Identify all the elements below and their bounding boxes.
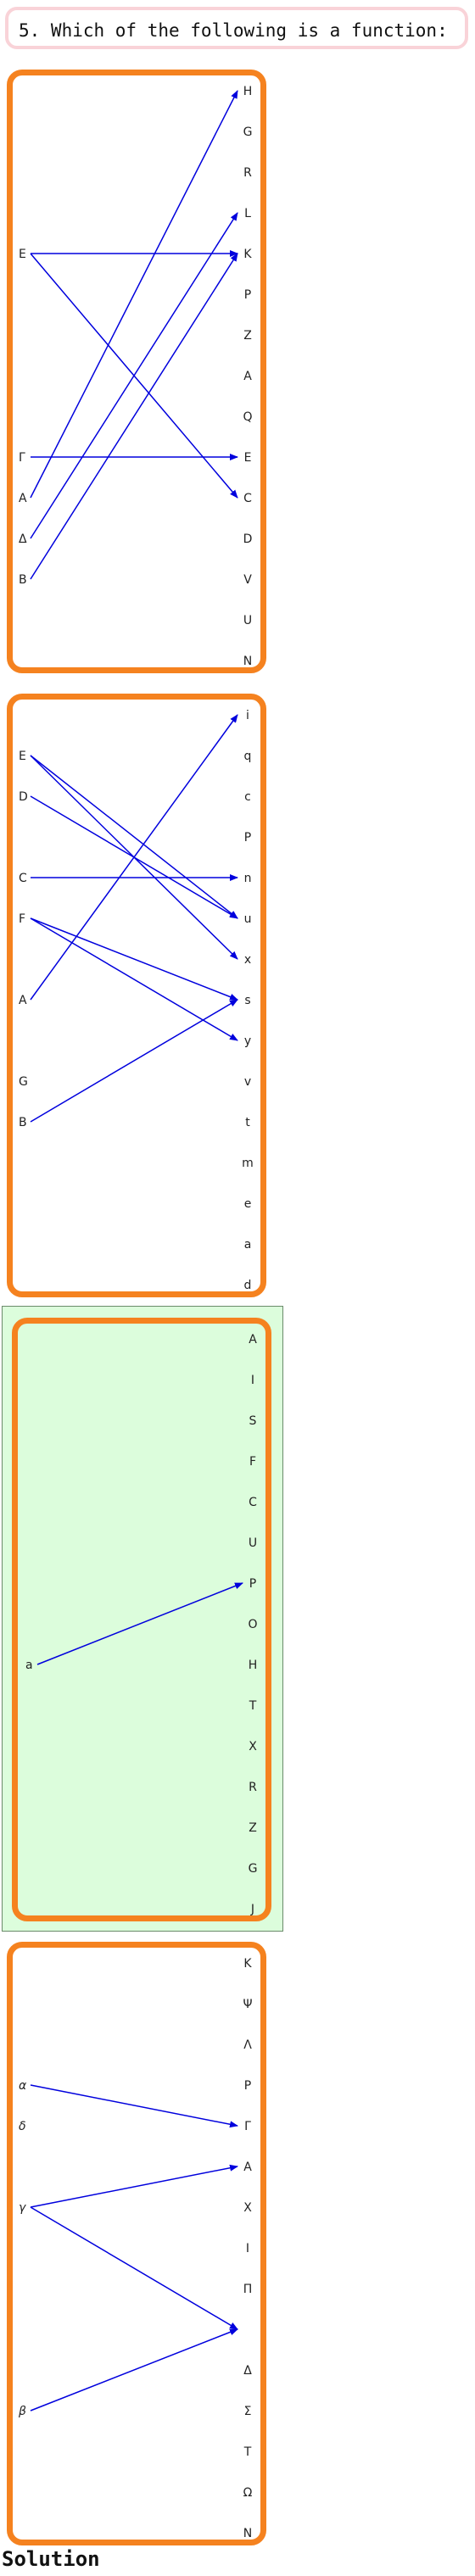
codomain-label: F: [249, 1455, 256, 1469]
mapping-arrow: [30, 2164, 238, 2208]
mapping-diagram-2: E D C F A G Bi q c Pn u x s y v t m e a d: [19, 709, 254, 1292]
codomain-label: T: [249, 1699, 257, 1713]
mapping-arrow: [30, 2328, 238, 2412]
domain-label: Δ: [19, 532, 27, 546]
codomain-label: Ω: [243, 2486, 253, 2500]
codomain-label: U: [249, 1536, 257, 1550]
codomain-label: P: [249, 1577, 256, 1591]
codomain-label: S: [249, 1414, 257, 1428]
codomain-label: x: [244, 953, 251, 967]
codomain-label: d: [244, 1279, 252, 1292]
codomain-label: A: [249, 1333, 257, 1347]
domain-label: γ: [19, 2201, 26, 2215]
solution-heading: Solution: [2, 2547, 100, 2571]
domain-label: Γ: [19, 451, 25, 465]
codomain-label: P: [244, 831, 251, 845]
codomain-label: i: [246, 709, 249, 722]
codomain-label: N: [243, 655, 252, 668]
codomain-label: T: [243, 2445, 252, 2459]
codomain-label: X: [249, 1740, 257, 1754]
codomain-label: Q: [243, 410, 252, 424]
mapping-arrow: [30, 253, 238, 580]
domain-label: δ: [19, 2120, 26, 2133]
domain-label: α: [19, 2079, 27, 2093]
domain-label: E: [19, 750, 26, 763]
mapping-diagram-1: E Γ A Δ B H G R L K P Z A Q E C D V U N: [19, 85, 253, 668]
codomain-label: I: [251, 1374, 254, 1387]
codomain-label: a: [244, 1238, 252, 1252]
codomain-label: s: [244, 994, 250, 1007]
domain-label: D: [19, 790, 28, 804]
codomain-label: J: [250, 1903, 254, 1916]
domain-label: B: [19, 1116, 27, 1129]
codomain-label: y: [244, 1034, 251, 1048]
codomain-label: K: [243, 1957, 252, 1971]
codomain-label: Λ: [243, 2038, 252, 2052]
codomain-label: A: [243, 2161, 252, 2174]
codomain-label: R: [243, 166, 252, 180]
codomain-label: E: [244, 451, 252, 465]
codomain-label: m: [242, 1157, 254, 1170]
mapping-diagram-3: a A I S F C U P O H T X R Z G J: [25, 1333, 258, 1916]
codomain-label: I: [246, 2242, 249, 2255]
codomain-label: Π: [243, 2283, 253, 2296]
domain-label: β: [18, 2405, 26, 2418]
codomain-label: u: [244, 912, 252, 926]
codomain-label: q: [244, 750, 252, 763]
codomain-label: Γ: [244, 2120, 251, 2133]
mapping-arrow: [30, 714, 238, 1001]
mapping-arrow: [30, 917, 238, 1041]
mapping-arrow: [30, 999, 238, 1123]
mapping-arrow: [30, 2206, 238, 2330]
codomain-label: H: [249, 1659, 258, 1672]
codomain-label: C: [243, 492, 252, 505]
codomain-label: Δ: [243, 2364, 252, 2378]
domain-label: F: [19, 912, 25, 926]
codomain-label: Z: [243, 329, 252, 343]
mapping-arrow: [30, 90, 238, 499]
domain-label: A: [19, 994, 27, 1007]
codomain-label: O: [248, 1618, 257, 1631]
domain-label: G: [19, 1075, 28, 1089]
codomain-label: t: [245, 1116, 250, 1129]
codomain-label: n: [244, 872, 252, 885]
codomain-label: X: [243, 2201, 252, 2215]
codomain-label: P: [244, 2079, 251, 2093]
codomain-label: Σ: [244, 2405, 252, 2418]
codomain-label: C: [249, 1496, 257, 1509]
codomain-label: A: [243, 370, 252, 383]
mapping-arrow: [30, 212, 238, 539]
mapping-arrow: [30, 755, 238, 919]
mapping-diagram-4: α δ γ β K Ψ Λ P Γ A X I Π Δ Σ T Ω N: [18, 1957, 253, 2540]
mapping-arrow: [30, 2084, 238, 2128]
codomain-label: D: [243, 532, 253, 546]
codomain-label: G: [243, 125, 253, 139]
codomain-label: K: [243, 248, 252, 261]
codomain-label: L: [244, 207, 251, 220]
codomain-label: Z: [249, 1821, 257, 1835]
codomain-label: c: [244, 790, 251, 804]
domain-label: E: [19, 248, 26, 261]
codomain-label: P: [244, 288, 251, 302]
codomain-label: G: [249, 1862, 258, 1876]
codomain-label: V: [243, 573, 252, 587]
domain-label: A: [19, 492, 27, 505]
mapping-diagrams: E Γ A Δ B H G R L K P Z A Q E C D V U N E D C F A G Bi q c Pn u x s y v t m e…: [18, 85, 258, 2540]
domain-label: C: [19, 872, 27, 885]
mapping-arrow: [30, 917, 238, 1001]
domain-label: B: [19, 573, 27, 587]
codomain-label: e: [244, 1197, 252, 1211]
mapping-arrow: [36, 1582, 243, 1665]
codomain-label: U: [243, 614, 252, 627]
codomain-label: v: [244, 1075, 251, 1089]
codomain-label: Ψ: [243, 1998, 252, 2011]
domain-label: a: [25, 1659, 33, 1672]
codomain-label: R: [249, 1781, 257, 1794]
codomain-label: N: [243, 2527, 252, 2540]
codomain-label: H: [243, 85, 253, 98]
